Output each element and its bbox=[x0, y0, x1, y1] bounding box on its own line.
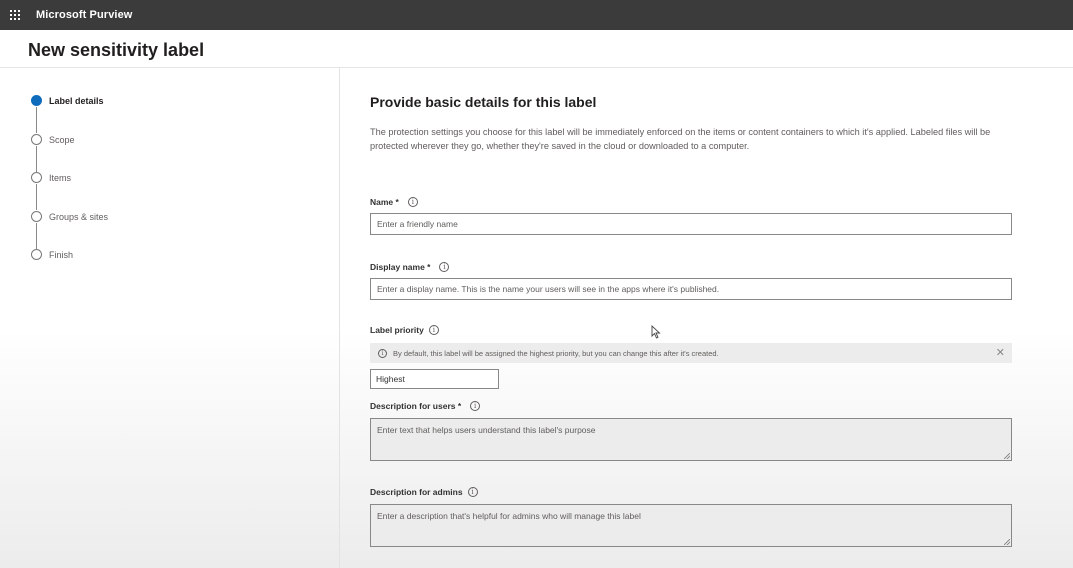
intro-text: The protection settings you choose for t… bbox=[370, 127, 991, 151]
step-label: Label details bbox=[49, 95, 104, 106]
step-connector bbox=[36, 146, 37, 172]
display-name-input[interactable]: Enter a display name. This is the name y… bbox=[370, 278, 1012, 300]
step-current-icon bbox=[31, 95, 42, 106]
description-users-textarea[interactable]: Enter text that helps users understand t… bbox=[370, 418, 1012, 461]
name-label: Name * i bbox=[370, 197, 418, 207]
page-title: New sensitivity label bbox=[28, 40, 205, 60]
step-label: Items bbox=[49, 172, 72, 183]
label-priority-label: Label priority i bbox=[370, 325, 439, 335]
display-name-placeholder: Enter a display name. This is the name y… bbox=[377, 284, 720, 294]
priority-notice: i By default, this label will be assigne… bbox=[370, 343, 1012, 363]
description-users-label: Description for users * i bbox=[370, 401, 481, 411]
name-label-text: Name * bbox=[370, 197, 399, 207]
step-groups-sites[interactable]: Groups & sites bbox=[30, 211, 108, 222]
top-bar: Microsoft Purview bbox=[0, 0, 1073, 30]
info-icon[interactable]: i bbox=[470, 401, 481, 411]
step-scope[interactable]: Scope bbox=[30, 134, 75, 145]
name-input[interactable]: Enter a friendly name bbox=[370, 213, 1012, 235]
step-label: Scope bbox=[49, 134, 75, 145]
resize-grip-icon[interactable] bbox=[1004, 453, 1010, 459]
info-icon[interactable]: i bbox=[428, 325, 439, 335]
description-admins-placeholder: Enter a description that's helpful for a… bbox=[377, 511, 641, 521]
close-icon[interactable]: ✕ bbox=[996, 346, 1005, 359]
resize-grip-icon[interactable] bbox=[1004, 539, 1010, 545]
step-finish[interactable]: Finish bbox=[30, 249, 73, 260]
app-title[interactable]: Microsoft Purview bbox=[36, 9, 132, 21]
priority-value: Highest bbox=[376, 374, 405, 384]
waffle-icon[interactable] bbox=[0, 0, 30, 30]
step-connector bbox=[36, 107, 37, 133]
wizard-steps: Label details Scope Items Groups & sites… bbox=[0, 68, 340, 568]
step-label: Groups & sites bbox=[49, 211, 109, 222]
description-admins-label-text: Description for admins bbox=[370, 487, 463, 497]
step-items[interactable]: Items bbox=[30, 172, 71, 183]
step-label-details[interactable]: Label details bbox=[30, 95, 104, 106]
step-connector bbox=[36, 184, 37, 210]
info-icon[interactable]: i bbox=[467, 487, 478, 497]
name-placeholder: Enter a friendly name bbox=[377, 219, 458, 229]
priority-field[interactable]: Highest bbox=[370, 369, 499, 389]
step-connector bbox=[36, 223, 37, 249]
step-pending-icon bbox=[31, 172, 42, 183]
info-icon: i bbox=[378, 348, 387, 358]
info-icon[interactable]: i bbox=[439, 262, 450, 272]
display-name-label: Display name * i bbox=[370, 262, 450, 272]
priority-notice-text: By default, this label will be assigned … bbox=[393, 348, 719, 358]
step-pending-icon bbox=[31, 249, 42, 260]
page-header: New sensitivity label bbox=[0, 30, 1073, 68]
label-priority-label-text: Label priority bbox=[370, 325, 424, 335]
step-pending-icon bbox=[31, 134, 42, 145]
display-name-label-text: Display name * bbox=[370, 262, 431, 272]
step-label: Finish bbox=[49, 249, 74, 260]
section-title: Provide basic details for this label bbox=[370, 94, 597, 110]
description-users-label-text: Description for users * bbox=[370, 401, 462, 411]
mouse-cursor-icon bbox=[651, 325, 661, 339]
info-icon[interactable]: i bbox=[407, 197, 418, 207]
description-admins-label: Description for admins i bbox=[370, 487, 478, 497]
description-admins-textarea[interactable]: Enter a description that's helpful for a… bbox=[370, 504, 1012, 547]
step-pending-icon bbox=[31, 211, 42, 222]
description-users-placeholder: Enter text that helps users understand t… bbox=[377, 425, 596, 435]
